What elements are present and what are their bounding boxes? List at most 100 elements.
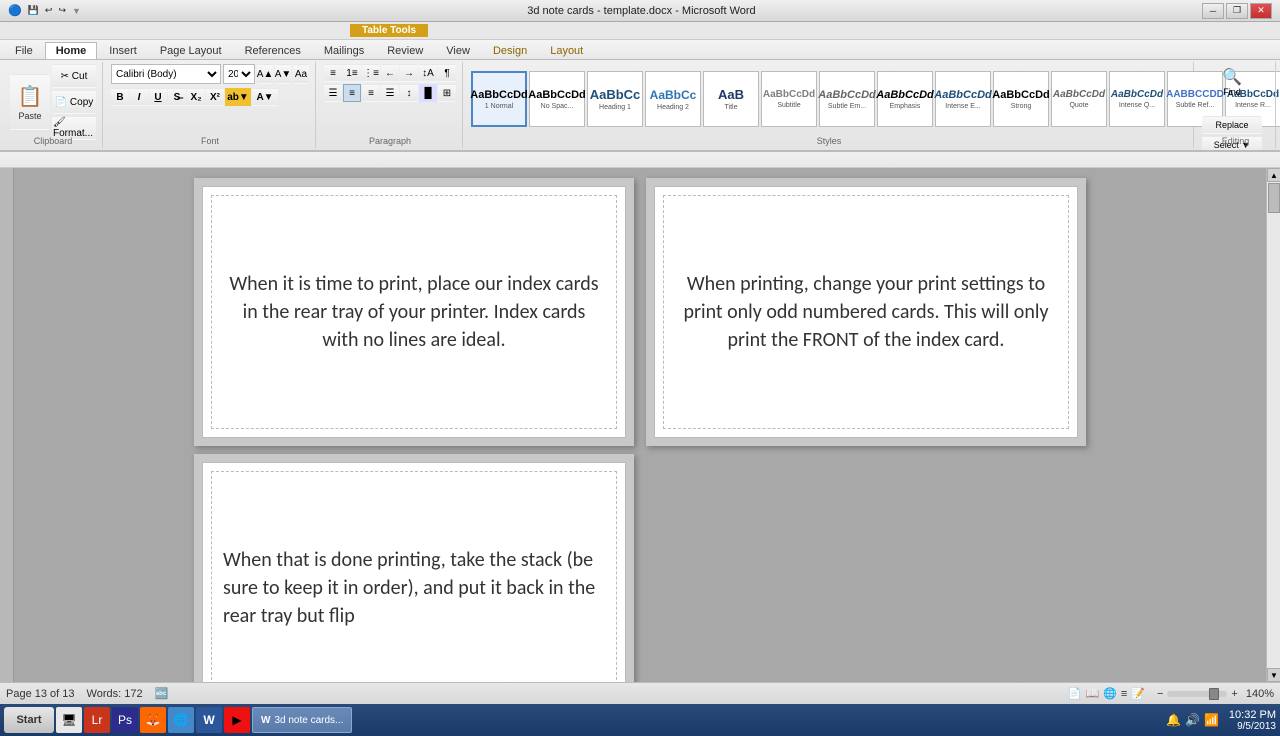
taskbar-vlc[interactable]: ▶	[224, 707, 250, 733]
shrink-font-button[interactable]: A▼	[275, 64, 291, 84]
style-intense-em-preview: AaBbCcDd	[934, 89, 991, 101]
paragraph-label: Paragraph	[318, 136, 462, 146]
taskbar-word-icon: W	[261, 715, 270, 726]
borders-button[interactable]: ⊞	[438, 84, 456, 102]
tab-layout[interactable]: Layout	[539, 42, 594, 59]
font-color-button[interactable]: A▼	[252, 88, 278, 106]
style-heading2[interactable]: AaBbCc Heading 2	[645, 71, 701, 127]
italic-button[interactable]: I	[130, 88, 148, 106]
quick-redo[interactable]: ↪	[58, 5, 66, 16]
bullets-button[interactable]: ≡	[324, 64, 342, 82]
taskbar-ps[interactable]: Ps	[112, 707, 138, 733]
style-normal[interactable]: AaBbCcDd 1 Normal	[471, 71, 527, 127]
styles-label: Styles	[465, 136, 1193, 146]
line-spacing-button[interactable]: ↕	[400, 84, 418, 102]
justify-button[interactable]: ☰	[381, 84, 399, 102]
ruler-content	[0, 152, 1280, 167]
editing-group: 🔍 Find Replace Select ▼ Editing	[1196, 62, 1276, 148]
tab-page-layout[interactable]: Page Layout	[149, 42, 233, 59]
view-web[interactable]: 🌐	[1103, 687, 1117, 700]
zoom-in-button[interactable]: +	[1231, 688, 1237, 700]
increase-indent-button[interactable]: →	[400, 64, 418, 82]
tab-review[interactable]: Review	[376, 42, 434, 59]
taskbar-word[interactable]: W	[196, 707, 222, 733]
zoom-slider[interactable]	[1167, 691, 1227, 697]
style-intense-em[interactable]: AaBbCcDd Intense E...	[935, 71, 991, 127]
taskbar-firefox[interactable]: 🦊	[140, 707, 166, 733]
style-subtitle[interactable]: AaBbCcDd Subtitle	[761, 71, 817, 127]
paste-button[interactable]: 📋 Paste	[10, 74, 50, 130]
clipboard-label: Clipboard	[4, 136, 102, 146]
scroll-down-arrow[interactable]: ▼	[1267, 668, 1280, 682]
show-hide-button[interactable]: ¶	[438, 64, 456, 82]
tab-mailings[interactable]: Mailings	[313, 42, 375, 59]
tab-references[interactable]: References	[234, 42, 312, 59]
shading-button[interactable]: █	[419, 84, 437, 102]
tab-design[interactable]: Design	[482, 42, 538, 59]
bold-button[interactable]: B	[111, 88, 129, 106]
style-quote[interactable]: AaBbCcDd Quote	[1051, 71, 1107, 127]
style-no-spacing[interactable]: AaBbCcDd No Spac...	[529, 71, 585, 127]
card-1[interactable]: When it is time to print, place our inde…	[202, 186, 626, 438]
view-print[interactable]: 📄	[1068, 687, 1082, 700]
close-button[interactable]: ✕	[1250, 3, 1272, 19]
find-button[interactable]: 🔍 Find	[1214, 64, 1250, 114]
underline-button[interactable]: U	[149, 88, 167, 106]
strikethrough-button[interactable]: S̶	[168, 88, 186, 106]
style-intense-q[interactable]: AaBbCcDd Intense Q...	[1109, 71, 1165, 127]
quick-undo[interactable]: ↩	[45, 5, 53, 16]
style-title[interactable]: AaB Title	[703, 71, 759, 127]
view-draft[interactable]: 📝	[1131, 687, 1145, 700]
highlight-button[interactable]: ab▼	[225, 88, 251, 106]
style-subtitle-preview: AaBbCcDd	[763, 89, 815, 100]
zoom-thumb[interactable]	[1209, 688, 1219, 700]
decrease-indent-button[interactable]: ←	[381, 64, 399, 82]
zoom-out-button[interactable]: −	[1157, 688, 1163, 700]
tab-file[interactable]: File	[4, 42, 44, 59]
sort-button[interactable]: ↕A	[419, 64, 437, 82]
style-title-name: Title	[725, 104, 738, 111]
clipboard-group: 📋 Paste ✂ Cut 📄 Copy 🖌 Format... Clipboa…	[4, 62, 103, 148]
superscript-button[interactable]: X²	[206, 88, 224, 106]
start-button[interactable]: Start	[4, 707, 54, 733]
clear-formatting-button[interactable]: Aa	[293, 64, 309, 84]
quick-save[interactable]: 💾	[28, 5, 39, 16]
taskbar-word-window[interactable]: W 3d note cards...	[252, 707, 352, 733]
pages-container: When it is time to print, place our inde…	[14, 168, 1266, 682]
style-subtle-em-name: Subtle Em...	[828, 103, 866, 110]
copy-button[interactable]: 📄 Copy	[52, 90, 96, 114]
style-strong[interactable]: AaBbCcDd Strong	[993, 71, 1049, 127]
minimize-button[interactable]: ─	[1202, 3, 1224, 19]
font-name-select[interactable]: Calibri (Body)	[111, 64, 221, 84]
numbering-button[interactable]: 1≡	[343, 64, 361, 82]
grow-font-button[interactable]: A▲	[257, 64, 273, 84]
tab-insert[interactable]: Insert	[98, 42, 148, 59]
taskbar-chrome[interactable]: 🌐	[168, 707, 194, 733]
scroll-up-arrow[interactable]: ▲	[1267, 168, 1280, 182]
align-left-button[interactable]: ☰	[324, 84, 342, 102]
subscript-button[interactable]: X₂	[187, 88, 205, 106]
card-3[interactable]: When that is done printing, take the sta…	[202, 462, 626, 682]
cut-button[interactable]: ✂ Cut	[52, 64, 96, 88]
view-outline[interactable]: ≡	[1121, 688, 1127, 700]
replace-button[interactable]: Replace	[1202, 116, 1262, 134]
font-size-select[interactable]: 20	[223, 64, 255, 84]
multilevel-button[interactable]: ⋮≡	[362, 64, 380, 82]
scroll-thumb[interactable]	[1268, 183, 1280, 213]
taskbar-explorer[interactable]: 🖥	[56, 707, 82, 733]
card-2[interactable]: When printing, change your print setting…	[654, 186, 1078, 438]
taskbar-lightroom[interactable]: Lr	[84, 707, 110, 733]
style-quote-preview: AaBbCcDd	[1053, 89, 1105, 100]
align-right-button[interactable]: ≡	[362, 84, 380, 102]
view-reading[interactable]: 📖	[1085, 687, 1099, 700]
style-heading1[interactable]: AaBbCc Heading 1	[587, 71, 643, 127]
style-h2-preview: AaBbCc	[650, 88, 697, 102]
style-subtle-em[interactable]: AaBbCcDd Subtle Em...	[819, 71, 875, 127]
style-title-preview: AaB	[718, 87, 744, 102]
tab-view[interactable]: View	[435, 42, 481, 59]
align-center-button[interactable]: ≡	[343, 84, 361, 102]
quick-access-dropdown[interactable]: ▼	[72, 6, 81, 16]
restore-button[interactable]: ❐	[1226, 3, 1248, 19]
style-emphasis[interactable]: AaBbCcDd Emphasis	[877, 71, 933, 127]
tab-home[interactable]: Home	[45, 42, 98, 59]
